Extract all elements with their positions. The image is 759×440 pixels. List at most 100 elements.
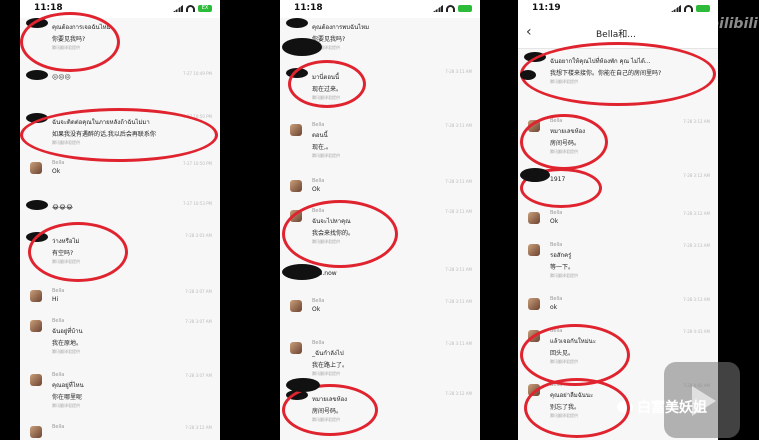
message-time: 7-28 3:11 AM (445, 341, 472, 346)
avatar-redacted (26, 200, 48, 210)
message-time: 7-28 3:12 AM (445, 391, 472, 396)
sender-name: Bella (550, 242, 563, 248)
sender-name: Bella (52, 372, 65, 378)
signal-icon (671, 5, 681, 12)
message-time: 7-28 3:12 AM (683, 211, 710, 216)
sender-name: Bella (550, 210, 563, 216)
chat-title: Bella和... (596, 30, 636, 40)
battery-icon (458, 5, 472, 12)
message-translation: 我在原地。 (52, 340, 83, 347)
message-time: 7-28 3:07 AM (185, 373, 212, 378)
message-translation: 我在路上了。 (312, 362, 349, 369)
message-time: 7-28 4:43 AM (683, 329, 710, 334)
translation-credit: 腾讯翻译君提供 (312, 153, 340, 158)
message-time: 7-27 10:49 PM (182, 71, 212, 76)
translation-credit: 腾讯翻译君提供 (52, 403, 80, 408)
battery-icon: EX (198, 5, 212, 12)
account-name: 白富美妖姐 (637, 400, 707, 416)
status-time: 11:19 (532, 3, 561, 13)
avatar (30, 162, 42, 174)
avatar-redacted (26, 70, 48, 80)
message-translation: Hi (52, 296, 59, 303)
message-time: 7-27 10:53 PM (182, 201, 212, 206)
message-translation: ok (550, 304, 558, 311)
red-circle-annotation (288, 60, 366, 108)
bilibili-watermark: bilibili (709, 16, 758, 32)
avatar (30, 374, 42, 386)
avatar-redacted (286, 18, 308, 28)
red-circle-annotation (20, 12, 120, 72)
sender-name: Bella (550, 296, 563, 302)
message-translation: 现在,。 (312, 144, 332, 151)
red-circle-annotation (520, 42, 716, 106)
signal-icon (433, 5, 443, 12)
red-circle-annotation (282, 200, 398, 268)
red-circle-annotation (524, 378, 630, 438)
translation-credit: 腾讯翻译君提供 (52, 349, 80, 354)
message-time: 7-28 3:12 AM (683, 119, 710, 124)
red-circle-annotation (282, 384, 378, 436)
signal-icon (173, 5, 183, 12)
wifi-icon (186, 5, 195, 12)
message-translation: 😂😂😂 (52, 204, 74, 211)
message-translation: Ok (550, 218, 559, 225)
message-original: _ฉันกำลังไป (312, 350, 344, 357)
avatar (528, 298, 540, 310)
back-arrow-icon[interactable]: ‹ (526, 24, 532, 40)
avatar (290, 342, 302, 354)
sender-name: Bella (312, 122, 325, 128)
red-circle-annotation (28, 222, 128, 282)
avatar (30, 290, 42, 302)
avatar (30, 426, 42, 438)
message-time: 7-28 3:11 AM (445, 267, 472, 272)
avatar (30, 320, 42, 332)
message-translation: Ok (312, 306, 321, 313)
sender-name: Bella (52, 424, 65, 430)
sender-name: Bella (312, 298, 325, 304)
translation-credit: 腾讯翻译君提供 (550, 273, 578, 278)
sender-name: Bella (52, 160, 65, 166)
message-time: 7-28 3:07 AM (185, 289, 212, 294)
message-original: ฉันอยู่ที่บ้าน (52, 328, 83, 335)
account-watermark: 白富美妖姐 (617, 397, 707, 417)
battery-icon (696, 5, 710, 12)
message-translation: 等一下。 (550, 264, 575, 271)
avatar (290, 300, 302, 312)
wifi-icon (684, 5, 693, 12)
message-time: 7-27 10:50 PM (182, 161, 212, 166)
message-translation: Ok (52, 168, 61, 175)
status-time: 11:18 (294, 3, 323, 13)
redaction-scribble (520, 168, 550, 182)
message-time: 7-28 3:12 AM (185, 425, 212, 430)
red-circle-annotation (20, 108, 218, 162)
message-time: 7-28 3:13 AM (683, 243, 710, 248)
sender-name: Bella (312, 178, 325, 184)
redaction-scribble (520, 70, 536, 80)
message-time: 7-28 3:13 AM (683, 297, 710, 302)
sender-name: Bella (312, 340, 325, 346)
redaction-scribble (282, 264, 322, 280)
message-time: 7-28 3:03 AM (185, 233, 212, 238)
message-original: รอสักครู่ (550, 252, 572, 259)
status-bar: 11:19 (518, 0, 718, 18)
message-time: 7-28 3:12 AM (683, 173, 710, 178)
sender-name: Bella (52, 288, 65, 294)
message-time: 7-28 3:11 AM (445, 69, 472, 74)
translation-credit: 腾讯翻译君提供 (312, 371, 340, 376)
status-time: 11:18 (34, 3, 63, 13)
message-translation: 😔😔😔 (52, 74, 71, 81)
message-original: คุณต้องการพบฉันไหม (312, 24, 370, 31)
avatar (290, 180, 302, 192)
message-translation: Ok (312, 186, 321, 193)
message-time: 7-28 3:07 AM (185, 319, 212, 324)
message-translation: 你在哪里呢 (52, 394, 83, 401)
red-circle-annotation (520, 114, 608, 170)
message-time: 7-28 3:11 AM (445, 209, 472, 214)
message-original: คุณอยู่ที่ไหน (52, 382, 84, 389)
message-time: 7-28 3:11 AM (445, 299, 472, 304)
avatar (290, 124, 302, 136)
avatar (528, 244, 540, 256)
redaction-scribble (282, 38, 322, 56)
status-bar: 11:18 (280, 0, 480, 18)
red-circle-annotation (520, 324, 630, 386)
